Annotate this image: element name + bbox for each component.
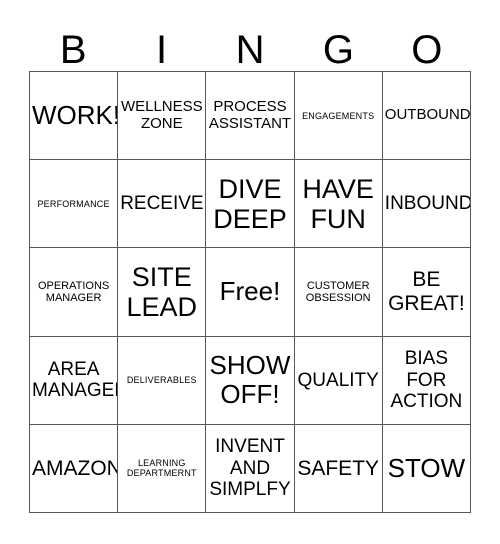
bingo-cell-label: WELLNESS ZONE <box>120 97 203 132</box>
bingo-cell-r2c3[interactable]: DIVE DEEP <box>206 160 295 249</box>
bingo-header-row: B I N G O <box>29 14 471 70</box>
header-letter-g: G <box>322 28 354 72</box>
bingo-cell-label: PROCESS ASSISTANT <box>208 97 292 132</box>
bingo-cell-r3c1[interactable]: OPERATIONS MANAGER <box>30 248 119 337</box>
bingo-cell-label: RECEIVE <box>120 193 204 215</box>
bingo-cell-label: ENGAGEMENTS <box>302 110 375 121</box>
bingo-cell-label: DELIVERABLES <box>126 375 197 386</box>
bingo-cell-r5c2[interactable]: LEARNING DEPARTMERNT <box>118 424 207 513</box>
bingo-cell-r5c3[interactable]: INVENT AND SIMPLFY <box>206 424 295 513</box>
bingo-cell-r1c2[interactable]: WELLNESS ZONE <box>118 72 207 161</box>
bingo-cell-label: SAFETY <box>297 456 380 480</box>
bingo-cell-r4c1[interactable]: AREA MANAGER <box>30 336 119 425</box>
bingo-cell-label: OPERATIONS MANAGER <box>37 279 110 304</box>
bingo-cell-label: LEARNING DEPARTMERNT <box>126 458 197 479</box>
bingo-cell-r2c4[interactable]: HAVE FUN <box>294 160 383 249</box>
bingo-cell-r1c5[interactable]: OUTBOUND <box>382 72 471 161</box>
bingo-cell-r4c3[interactable]: SHOW OFF! <box>206 336 295 425</box>
bingo-cell-r3c5[interactable]: BE GREAT! <box>382 248 471 337</box>
bingo-cell-label: HAVE FUN <box>302 173 374 234</box>
bingo-card: B I N G O WORK! WELLNESS ZONE PROCESS ASSI… <box>0 0 500 544</box>
bingo-cell-r4c2[interactable]: DELIVERABLES <box>118 336 207 425</box>
header-letter-o: O <box>411 28 443 72</box>
bingo-cell-label: DIVE DEEP <box>213 173 287 234</box>
header-letter-i: I <box>156 28 168 72</box>
bingo-cell-r4c4[interactable]: QUALITY <box>294 336 383 425</box>
bingo-cell-r5c1[interactable]: AMAZON <box>30 424 119 513</box>
bingo-cell-label: STOW <box>387 452 466 483</box>
bingo-cell-r1c1[interactable]: WORK! <box>30 72 119 161</box>
header-letter-n: N <box>235 28 265 72</box>
bingo-cell-label: SHOW OFF! <box>209 350 291 410</box>
bingo-cell-label: Free! <box>219 276 281 307</box>
bingo-cell-r1c3[interactable]: PROCESS ASSISTANT <box>206 72 295 161</box>
bingo-cell-label: BE GREAT! <box>388 268 465 315</box>
bingo-cell-r2c2[interactable]: RECEIVE <box>118 160 207 249</box>
bingo-cell-label: INVENT AND SIMPLFY <box>209 436 291 501</box>
bingo-cell-r3c4[interactable]: CUSTOMER OBSESSION <box>294 248 383 337</box>
bingo-cell-label: AMAZON <box>32 456 119 480</box>
bingo-cell-label: SITE LEAD <box>126 261 198 322</box>
bingo-cell-r3c3[interactable]: Free! <box>206 248 295 337</box>
bingo-grid: WORK! WELLNESS ZONE PROCESS ASSISTANT ENGAG… <box>29 71 471 513</box>
bingo-cell-label: OUTBOUND <box>384 106 471 124</box>
bingo-cell-r5c5[interactable]: STOW <box>382 424 471 513</box>
bingo-cell-r5c4[interactable]: SAFETY <box>294 424 383 513</box>
bingo-cell-label: CUSTOMER OBSESSION <box>305 279 371 304</box>
bingo-cell-r1c4[interactable]: ENGAGEMENTS <box>294 72 383 161</box>
header-letter-b: B <box>59 28 87 72</box>
bingo-cell-r2c5[interactable]: INBOUND <box>382 160 471 249</box>
bingo-cell-label: INBOUND <box>384 193 471 215</box>
bingo-cell-label: BIAS FOR ACTION <box>390 348 463 412</box>
bingo-cell-label: WORK! <box>32 100 119 131</box>
bingo-cell-r3c2[interactable]: SITE LEAD <box>118 248 207 337</box>
bingo-cell-label: QUALITY <box>297 369 379 391</box>
bingo-cell-label: PERFORMANCE <box>37 198 110 209</box>
bingo-cell-r2c1[interactable]: PERFORMANCE <box>30 160 119 249</box>
bingo-cell-label: AREA MANAGER <box>32 358 117 402</box>
bingo-cell-r4c5[interactable]: BIAS FOR ACTION <box>382 336 471 425</box>
